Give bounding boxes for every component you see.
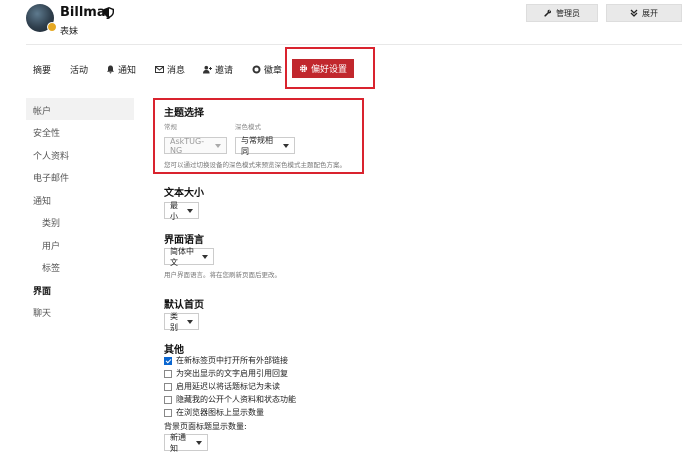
caret-down-icon: [202, 254, 208, 259]
flair-badge: [47, 22, 57, 32]
sidebar-item-security[interactable]: 安全性: [33, 126, 60, 139]
theme-dark-select[interactable]: 与常规相同: [235, 135, 295, 156]
theme-regular-select[interactable]: AskTUG-NG: [164, 136, 227, 155]
option-open-external-links[interactable]: 在新标签页中打开所有外部链接: [164, 355, 288, 366]
option-label: 在浏览器图标上显示数量: [176, 408, 264, 417]
bg-count-select[interactable]: 新通知: [164, 432, 208, 453]
homepage-value: 类别: [170, 311, 178, 332]
bg-count-label: 背景页面标题显示数量:: [164, 422, 247, 431]
user-title: 表妹: [60, 27, 79, 37]
option-hide-profile[interactable]: 隐藏我的公开个人资料和状态功能: [164, 394, 296, 405]
language-hint: 用户界面语言。将在您刷新页面后更改。: [164, 271, 281, 279]
caret-down-icon: [283, 143, 289, 148]
checkbox-checked[interactable]: [164, 356, 172, 365]
bg-count-value: 新通知: [170, 432, 186, 453]
sidebar-item-categories[interactable]: 类别: [42, 216, 60, 229]
tab-badges[interactable]: 徽章: [252, 63, 282, 76]
tab-label: 活动: [70, 66, 89, 76]
tab-invites[interactable]: 邀请: [203, 63, 233, 76]
tab-label: 徽章: [264, 66, 283, 76]
tab-activity[interactable]: 活动: [70, 63, 88, 76]
text-size-select[interactable]: 最小: [164, 200, 199, 221]
tab-label: 邀请: [215, 66, 234, 76]
option-label: 隐藏我的公开个人资料和状态功能: [176, 395, 296, 404]
bell-icon: [107, 65, 114, 74]
checkbox[interactable]: [164, 408, 172, 417]
shield-icon: [104, 7, 114, 18]
tab-label: 摘要: [33, 66, 52, 76]
option-favicon-count[interactable]: 在浏览器图标上显示数量: [164, 407, 264, 418]
option-unread-delay[interactable]: 启用延迟以将话题标记为未读: [164, 381, 280, 392]
option-label: 为突出显示的文字启用引用回复: [176, 369, 288, 378]
theme-hint: 您可以通过切换设备的深色模式来预览深色模式主题配色方案。: [164, 161, 346, 169]
theme-dark-value: 与常规相同: [241, 135, 273, 156]
sidebar-item-profile[interactable]: 个人资料: [33, 149, 69, 162]
theme-dark-label: 深色模式: [235, 123, 261, 131]
option-label: 启用延迟以将话题标记为未读: [176, 382, 280, 391]
checkbox[interactable]: [164, 382, 172, 391]
language-title: 界面语言: [164, 235, 204, 246]
tab-messages[interactable]: 消息: [155, 63, 185, 76]
expand-button[interactable]: 展开: [606, 4, 682, 22]
highlight-box-tab: [285, 47, 375, 89]
caret-down-icon: [196, 440, 202, 445]
language-value: 简体中文: [170, 246, 194, 267]
certificate-icon: [252, 65, 261, 74]
sidebar-item-interface[interactable]: 界面: [33, 284, 51, 297]
other-title: 其他: [164, 345, 184, 356]
sidebar-item-account[interactable]: 帐户: [33, 104, 51, 117]
checkbox[interactable]: [164, 369, 172, 378]
user-plus-icon: [203, 65, 212, 74]
tab-label: 通知: [118, 66, 137, 76]
option-label: 在新标签页中打开所有外部链接: [176, 356, 288, 365]
text-size-title: 文本大小: [164, 188, 204, 199]
sidebar-item-notifications[interactable]: 通知: [33, 194, 51, 207]
admin-button[interactable]: 管理员: [526, 4, 598, 22]
double-chevron-down-icon: [630, 9, 638, 17]
sidebar-item-email[interactable]: 电子邮件: [33, 171, 69, 184]
theme-regular-label: 常规: [164, 123, 177, 131]
sidebar-item-tags[interactable]: 标签: [42, 261, 60, 274]
tab-notifications[interactable]: 通知: [106, 63, 136, 76]
theme-section-title: 主题选择: [164, 108, 204, 119]
text-size-value: 最小: [170, 200, 178, 221]
homepage-title: 默认首页: [164, 300, 204, 311]
caret-down-icon: [215, 143, 221, 148]
caret-down-icon: [187, 319, 193, 324]
language-select[interactable]: 简体中文: [164, 246, 214, 267]
sidebar-item-chat[interactable]: 聊天: [33, 306, 51, 319]
tab-summary[interactable]: 摘要: [33, 63, 51, 76]
envelope-icon: [155, 66, 164, 73]
caret-down-icon: [187, 208, 193, 213]
header-divider: [26, 44, 682, 45]
tab-label: 消息: [167, 66, 186, 76]
option-quote-reply[interactable]: 为突出显示的文字启用引用回复: [164, 368, 288, 379]
checkbox[interactable]: [164, 395, 172, 404]
sidebar-item-users[interactable]: 用户: [42, 239, 60, 252]
homepage-select[interactable]: 类别: [164, 311, 199, 332]
theme-regular-value: AskTUG-NG: [170, 136, 205, 155]
admin-button-label: 管理员: [556, 8, 580, 18]
expand-button-label: 展开: [642, 8, 658, 18]
wrench-icon: [544, 9, 552, 17]
